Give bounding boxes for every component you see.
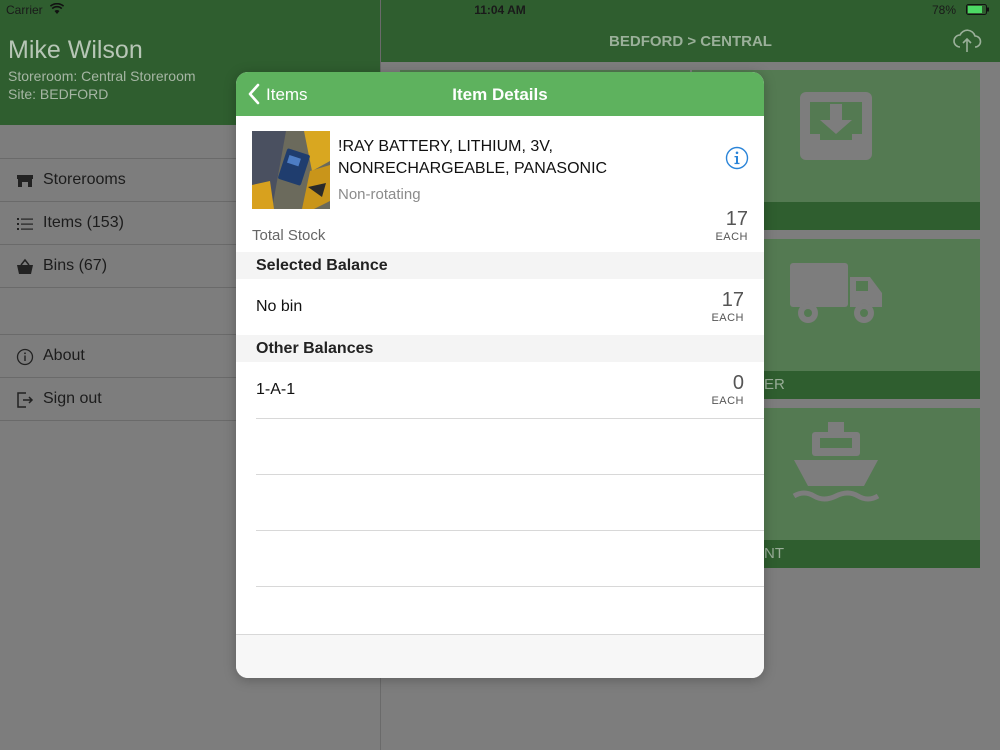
qty-value: 17	[725, 208, 748, 230]
qty-value: 0	[732, 372, 744, 394]
balance-row[interactable]: No bin 17 EACH	[236, 279, 764, 335]
battery-icon	[966, 4, 989, 15]
storeroom-label: Storeroom: Central Storeroom	[8, 68, 196, 84]
modal-nav-bar: Items Item Details	[236, 72, 764, 116]
item-details-modal: Items Item Details !RAY BATTERY, LITHIUM…	[236, 72, 764, 678]
site-label: Site: BEDFORD	[8, 86, 109, 102]
bin-label: No bin	[256, 298, 303, 315]
menu-label: Items (153)	[43, 214, 124, 231]
section-header-other-balances: Other Balances	[236, 335, 764, 362]
bin-qty: 17 EACH	[711, 289, 744, 325]
balance-row[interactable]: 1-A-1 0 EACH	[236, 362, 764, 418]
qty-unit: EACH	[715, 231, 748, 243]
qty-value: 17	[721, 289, 744, 311]
total-stock-qty: 17 EACH	[715, 208, 748, 244]
list-icon	[17, 218, 33, 230]
row-divider	[256, 586, 764, 587]
info-icon	[16, 348, 34, 366]
menu-label: Storerooms	[43, 171, 126, 188]
truck-icon	[790, 263, 882, 323]
item-title: !RAY BATTERY, LITHIUM, 3V, NONRECHARGEAB…	[338, 138, 608, 177]
section-header-selected-balance: Selected Balance	[236, 252, 764, 279]
cloud-upload-icon[interactable]	[952, 28, 982, 54]
total-stock-label: Total Stock	[252, 227, 326, 244]
user-name: Mike Wilson	[8, 36, 143, 64]
bin-qty: 0 EACH	[711, 372, 744, 408]
basket-icon	[17, 258, 33, 274]
clock: 11:04 AM	[474, 3, 526, 17]
sign-out-icon	[17, 392, 34, 408]
qty-unit: EACH	[711, 312, 744, 324]
row-divider	[256, 530, 764, 531]
item-photo	[252, 131, 330, 209]
battery-percent: 78%	[931, 3, 956, 17]
storefront-icon	[17, 175, 33, 187]
qty-unit: EACH	[711, 395, 744, 407]
menu-label: About	[43, 347, 85, 364]
modal-title: Item Details	[452, 85, 548, 104]
menu-label: Bins (67)	[43, 257, 108, 274]
ship-icon	[792, 422, 880, 502]
item-rotation-status: Non-rotating	[338, 186, 421, 203]
bin-label: 1-A-1	[256, 381, 296, 398]
info-icon[interactable]	[725, 146, 749, 170]
modal-toolbar	[236, 634, 764, 678]
status-bar: Carrier 11:04 AM 78%	[0, 0, 1000, 20]
breadcrumb: BEDFORD > CENTRAL	[609, 33, 772, 50]
row-divider	[256, 418, 764, 419]
row-divider	[256, 474, 764, 475]
menu-label: Sign out	[43, 390, 102, 407]
download-tray-icon	[800, 92, 872, 160]
